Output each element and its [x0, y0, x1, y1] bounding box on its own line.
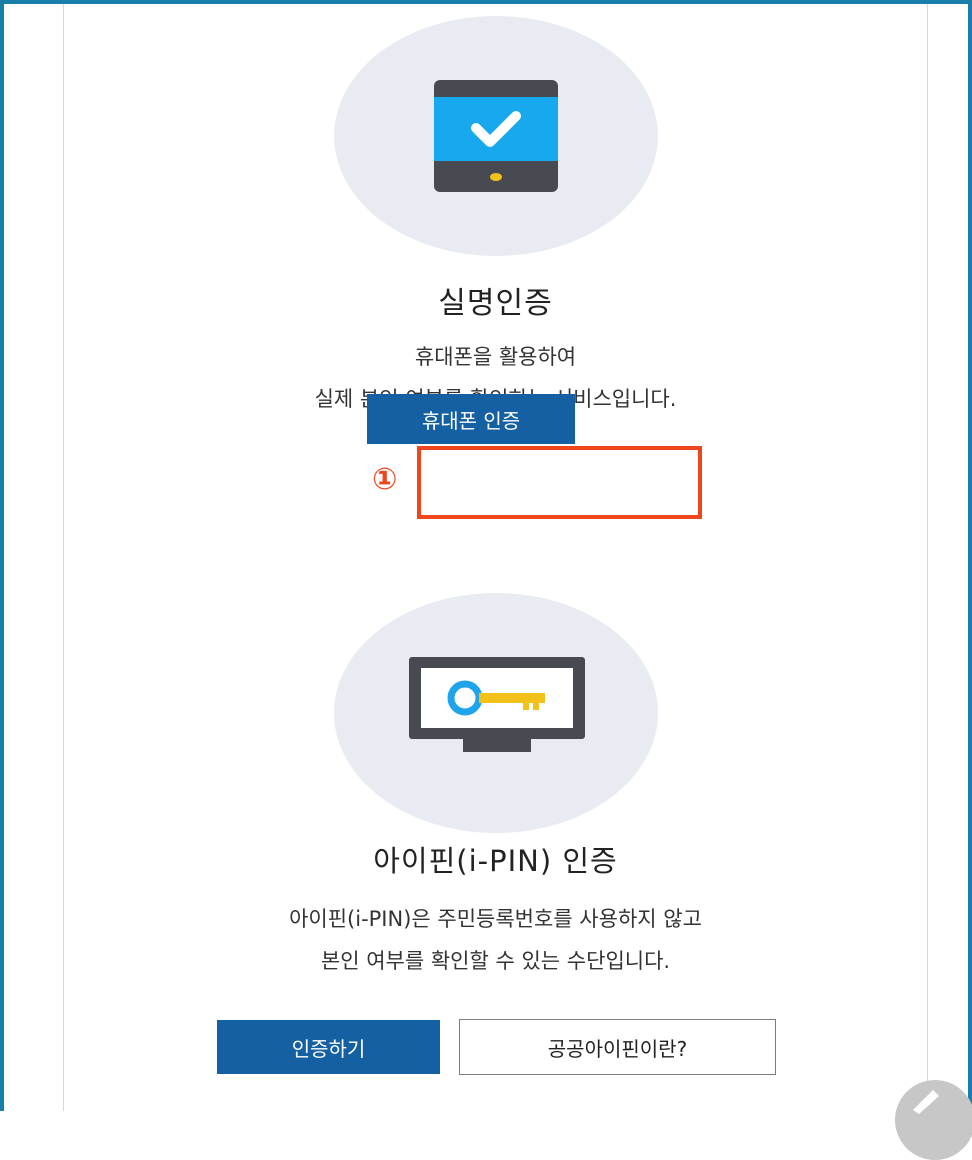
ipin-description-line2: 본인 여부를 확인할 수 있는 수단입니다. — [320, 949, 671, 973]
ipin-verify-button[interactable]: 인증하기 — [217, 1020, 440, 1074]
ipin-section-description: 아이핀(i-PIN)은 주민등록번호를 사용하지 않고 본인 여부를 확인할 수… — [64, 898, 927, 982]
public-ipin-info-button[interactable]: 공공아이핀이란? — [459, 1019, 776, 1075]
phone-description-line1: 휴대폰을 활용하여 — [414, 345, 577, 369]
right-divider — [927, 4, 928, 1111]
phone-verify-button[interactable]: 휴대폰 인증 — [367, 394, 575, 444]
step-marker: ① — [372, 462, 398, 497]
monitor-key-icon — [409, 657, 585, 752]
phone-section-title: 실명인증 — [438, 286, 553, 321]
ipin-section-title: 아이핀(i-PIN) 인증 — [373, 844, 618, 878]
phone-button-highlight — [417, 446, 702, 519]
floating-edit-button[interactable] — [895, 1080, 972, 1160]
ipin-description-line1: 아이핀(i-PIN)은 주민등록번호를 사용하지 않고 — [289, 907, 702, 931]
pencil-icon — [913, 1090, 939, 1114]
smartphone-check-icon — [434, 80, 558, 192]
auth-panel: 실명인증 휴대폰을 활용하여 실제 본인 여부를 확인하는 서비스입니다. ① … — [64, 0, 927, 1111]
